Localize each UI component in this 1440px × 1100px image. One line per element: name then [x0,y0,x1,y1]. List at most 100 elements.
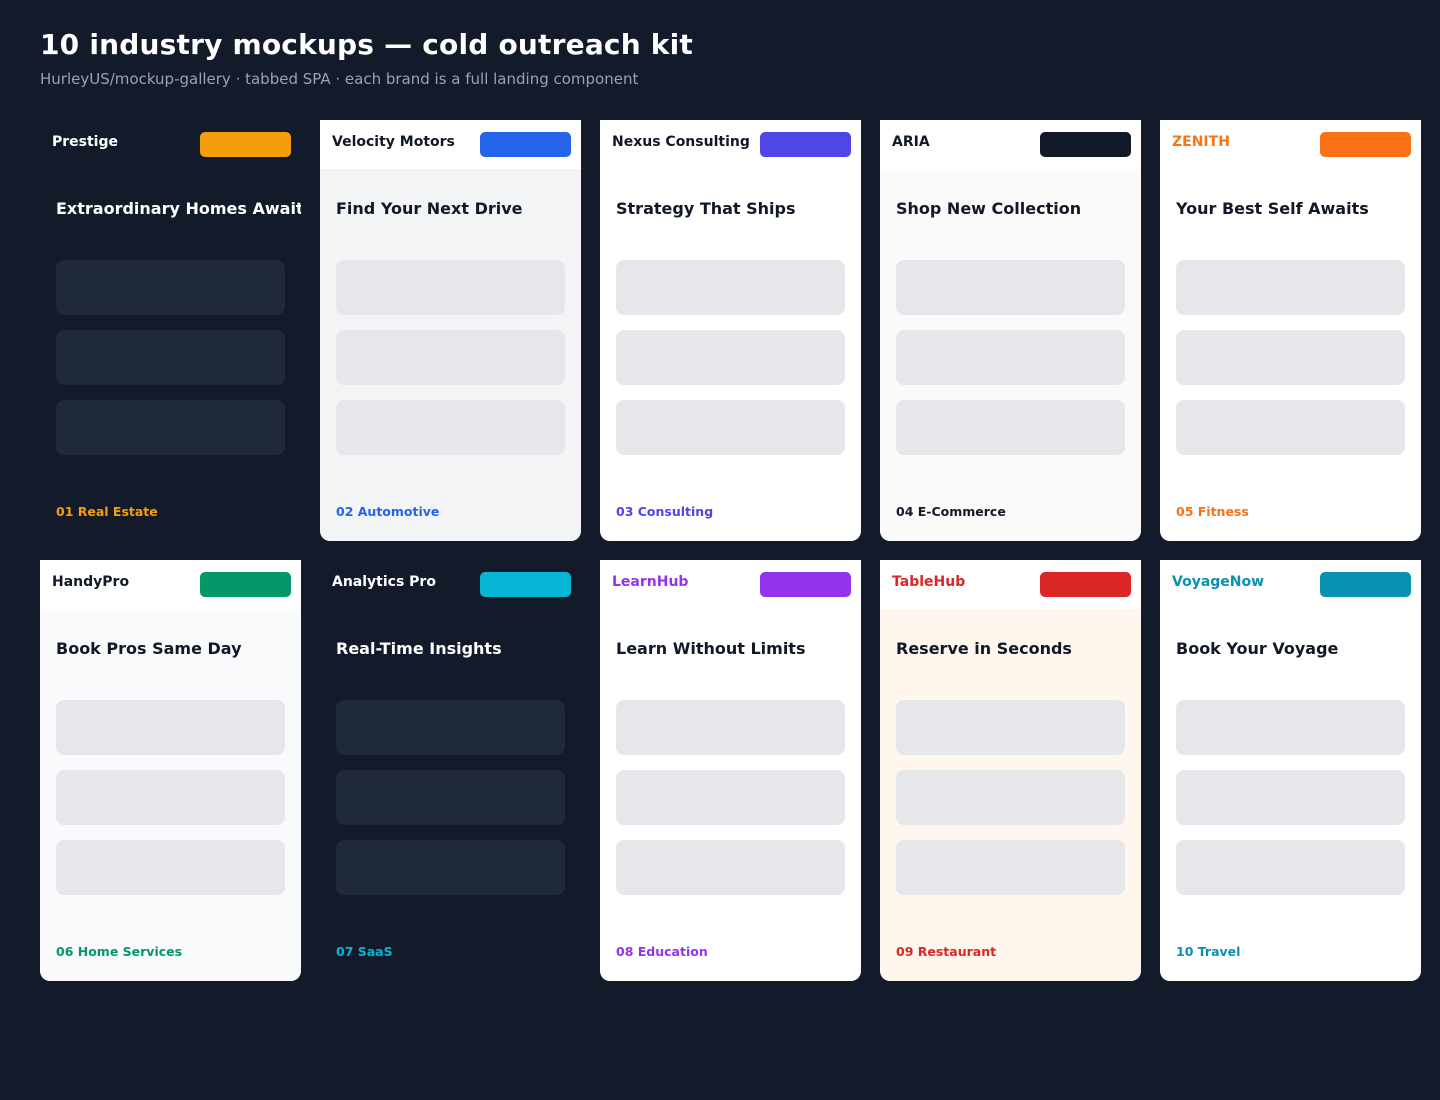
hero-headline: Strategy That Ships [616,199,796,218]
card-hero: Reserve in Seconds 09 Restaurant [880,609,1141,981]
mockup-card[interactable]: Prestige Extraordinary Homes Await 01 Real… [40,120,301,541]
industry-label: 02 Automotive [336,504,440,519]
hero-headline: Shop New Collection [896,199,1082,218]
hero-headline: Book Your Voyage [1176,639,1339,658]
card-header: TableHub [880,560,1141,609]
industry-label: 07 SaaS [336,944,393,959]
card-header: ZENITH [1160,120,1421,169]
cta-button[interactable] [1320,572,1411,597]
card-hero: Your Best Self Awaits 05 Fitness [1160,169,1421,541]
content-block-placeholder [56,260,285,315]
hero-headline: Learn Without Limits [616,639,806,658]
card-header: Prestige [40,120,301,169]
cta-button[interactable] [1040,572,1131,597]
content-block-placeholder [896,700,1125,755]
content-block-placeholder [336,260,565,315]
content-block-placeholder [1176,260,1405,315]
card-header: Analytics Pro [320,560,581,609]
content-block-placeholder [896,330,1125,385]
card-header: Velocity Motors [320,120,581,169]
industry-label: 06 Home Services [56,944,183,959]
card-header: VoyageNow [1160,560,1421,609]
cta-button[interactable] [480,572,571,597]
content-block-placeholder [616,260,845,315]
content-block-placeholder [56,330,285,385]
cta-button[interactable] [480,132,571,157]
industry-label: 03 Consulting [616,504,714,519]
content-block-placeholder [56,840,285,895]
mockup-card[interactable]: Nexus Consulting Strategy That Ships 03 Co… [600,120,861,541]
content-block-placeholder [896,770,1125,825]
content-block-placeholder [1176,840,1405,895]
card-header: HandyPro [40,560,301,609]
card-hero: Extraordinary Homes Await 01 Real Estate [40,169,301,541]
hero-headline: Extraordinary Homes Await [56,199,301,218]
brand-name: TableHub [892,574,966,590]
brand-name: ARIA [892,134,930,150]
brand-name: ZENITH [1172,134,1230,150]
mockup-card[interactable]: TableHub Reserve in Seconds 09 Restaurant [880,560,1141,981]
content-block-placeholder [616,840,845,895]
content-block-placeholder [56,400,285,455]
content-block-placeholder [616,770,845,825]
mockup-card[interactable]: LearnHub Learn Without Limits 08 Education [600,560,861,981]
card-hero: Learn Without Limits 08 Education [600,609,861,981]
content-block-placeholder [336,770,565,825]
content-block-placeholder [616,400,845,455]
cta-button[interactable] [200,572,291,597]
cta-button[interactable] [1320,132,1411,157]
content-block-placeholder [336,700,565,755]
content-block-placeholder [896,260,1125,315]
card-header: ARIA [880,120,1141,169]
card-hero: Real-Time Insights 07 SaaS [320,609,581,981]
brand-name: Analytics Pro [332,574,436,590]
card-header: LearnHub [600,560,861,609]
content-block-placeholder [616,700,845,755]
page-title: 10 industry mockups — cold outreach kit [40,28,694,61]
content-block-placeholder [1176,700,1405,755]
card-hero: Shop New Collection 04 E-Commerce [880,169,1141,541]
mockup-card[interactable]: ARIA Shop New Collection 04 E-Commerce [880,120,1141,541]
industry-label: 05 Fitness [1176,504,1249,519]
cta-button[interactable] [200,132,291,157]
content-block-placeholder [336,840,565,895]
hero-headline: Your Best Self Awaits [1176,199,1369,218]
card-hero: Book Your Voyage 10 Travel [1160,609,1421,981]
mockup-card[interactable]: Velocity Motors Find Your Next Drive 02 Au… [320,120,581,541]
card-hero: Strategy That Ships 03 Consulting [600,169,861,541]
mockup-card[interactable]: VoyageNow Book Your Voyage 10 Travel [1160,560,1421,981]
mockup-card[interactable]: Analytics Pro Real-Time Insights 07 SaaS [320,560,581,981]
content-block-placeholder [336,330,565,385]
brand-name: HandyPro [52,574,130,590]
content-block-placeholder [56,700,285,755]
card-hero: Book Pros Same Day 06 Home Services [40,609,301,981]
industry-label: 01 Real Estate [56,504,158,519]
content-block-placeholder [896,400,1125,455]
mockup-card[interactable]: HandyPro Book Pros Same Day 06 Home Servic… [40,560,301,981]
industry-label: 09 Restaurant [896,944,997,959]
brand-name: Velocity Motors [332,134,455,150]
brand-name: Prestige [52,134,119,150]
industry-label: 04 E-Commerce [896,504,1006,519]
brand-name: LearnHub [612,574,689,590]
cta-button[interactable] [760,132,851,157]
industry-label: 10 Travel [1176,944,1241,959]
hero-headline: Find Your Next Drive [336,199,523,218]
content-block-placeholder [56,770,285,825]
card-header: Nexus Consulting [600,120,861,169]
page-subtitle: HurleyUS/mockup-gallery · tabbed SPA · e… [40,70,639,88]
hero-headline: Book Pros Same Day [56,639,242,658]
card-hero: Find Your Next Drive 02 Automotive [320,169,581,541]
brand-name: Nexus Consulting [612,134,750,150]
industry-label: 08 Education [616,944,708,959]
content-block-placeholder [616,330,845,385]
cta-button[interactable] [1040,132,1131,157]
hero-headline: Real-Time Insights [336,639,502,658]
content-block-placeholder [336,400,565,455]
content-block-placeholder [1176,400,1405,455]
mockup-card[interactable]: ZENITH Your Best Self Awaits 05 Fitness [1160,120,1421,541]
cta-button[interactable] [760,572,851,597]
hero-headline: Reserve in Seconds [896,639,1072,658]
mockup-grid: Prestige Extraordinary Homes Await 01 Real… [40,120,1421,981]
content-block-placeholder [1176,330,1405,385]
